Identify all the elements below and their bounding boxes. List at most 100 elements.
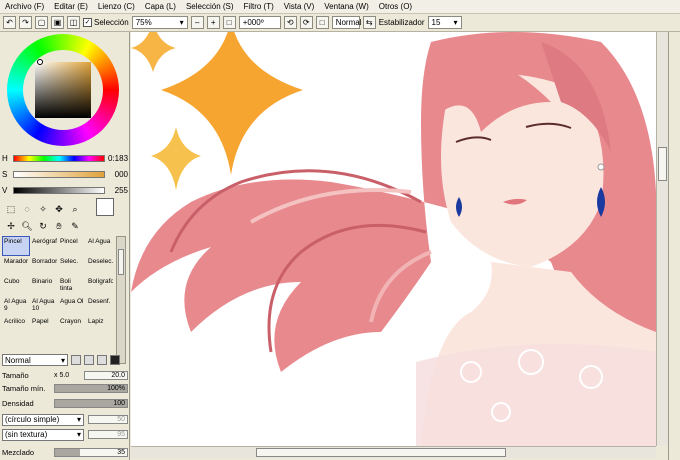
density-slider[interactable]: 100	[54, 399, 128, 408]
brush-item[interactable]: Binario	[30, 276, 58, 296]
brush-item[interactable]: Marador	[2, 256, 30, 276]
color-wheel[interactable]	[7, 34, 119, 146]
flip-icon[interactable]: ⇆	[362, 16, 376, 29]
tool-icons: ⬚ ◌ ✧ ✥ ⌕ ✢ 🔍︎ ↻ ✋︎ ✎	[4, 202, 92, 234]
chevron-down-icon: ▾	[76, 430, 81, 439]
brush-item[interactable]: Bolígrafo	[86, 276, 114, 296]
view-mode-select[interactable]: Normal	[331, 16, 362, 29]
menu-seleccion[interactable]: Selección (S)	[181, 2, 239, 11]
brush-item[interactable]: Al Agua 10	[30, 296, 58, 316]
menu-capa[interactable]: Capa (L)	[140, 2, 181, 11]
view-mode-value: Normal	[335, 18, 362, 27]
lasso-icon[interactable]: ◌	[20, 202, 34, 216]
eyedropper-icon[interactable]: ✎	[68, 219, 82, 233]
brush-item[interactable]: Boli tinta	[58, 276, 86, 296]
brush-item[interactable]: Pincel	[2, 236, 30, 256]
magic-wand-icon[interactable]: ✧	[36, 202, 50, 216]
canvas[interactable]	[131, 32, 656, 446]
zoom-icon[interactable]: ⌕	[68, 202, 82, 216]
show-selection-icon[interactable]: ◫	[67, 16, 80, 29]
vscroll-thumb[interactable]	[658, 147, 667, 181]
tip-square-icon[interactable]	[110, 355, 120, 365]
saturation-slider[interactable]	[13, 170, 105, 178]
brush-item[interactable]: Borrador	[30, 256, 58, 276]
zoom-reset-icon[interactable]: □	[222, 16, 236, 29]
foreground-swatch[interactable]	[96, 198, 114, 216]
min-size-param: Tamaño mín. 100%	[2, 383, 128, 394]
shape-slider[interactable]: 50	[88, 415, 128, 424]
shape-value: 50	[117, 416, 125, 423]
zoom-out-icon[interactable]: –	[190, 16, 204, 29]
tip-soft-icon[interactable]	[84, 355, 94, 365]
redo-icon[interactable]: ↷	[19, 16, 32, 29]
brush-item[interactable]: Aerógraf	[30, 236, 58, 256]
menu-ventana[interactable]: Ventana (W)	[319, 2, 373, 11]
texture-param: (sin textura) ▾ 95	[2, 428, 128, 441]
hue-label: H	[2, 153, 8, 163]
brush-item[interactable]: Crayon	[58, 316, 86, 336]
selection-toggle[interactable]: ✓ Selección	[83, 18, 129, 27]
magnifier-icon[interactable]: 🔍︎	[20, 219, 34, 233]
lace-dress	[416, 344, 656, 446]
size-value: 20.0	[111, 372, 125, 379]
texture-select[interactable]: (sin textura) ▾	[2, 428, 84, 441]
tip-flat-icon[interactable]	[71, 355, 81, 365]
menu-vista[interactable]: Vista (V)	[279, 2, 320, 11]
move-icon[interactable]: ✥	[52, 202, 66, 216]
brush-scrollbar[interactable]	[116, 236, 126, 364]
tip-hard-icon[interactable]	[97, 355, 107, 365]
rotate-reset-icon[interactable]: □	[315, 16, 329, 29]
canvas-vertical-scrollbar[interactable]	[656, 32, 668, 446]
texture-select-value: (sin textura)	[5, 430, 48, 439]
canvas-horizontal-scrollbar[interactable]	[131, 446, 656, 458]
shape-select[interactable]: (círculo simple) ▾	[2, 413, 84, 426]
brush-item[interactable]: Papel	[30, 316, 58, 336]
rect-select-icon[interactable]: ⬚	[4, 202, 18, 216]
brush-item[interactable]: Lapiz	[86, 316, 114, 336]
brush-item[interactable]: Cubo	[2, 276, 30, 296]
rotate-right-icon[interactable]: ⟳	[299, 16, 313, 29]
stabilizer-select[interactable]: 15 ▾	[427, 16, 462, 29]
menu-otros[interactable]: Otros (O)	[374, 2, 417, 11]
brush-item[interactable]: Agua Ol	[58, 296, 86, 316]
saturation-slider-row: S 000	[2, 168, 128, 180]
menu-lienzo[interactable]: Lienzo (C)	[93, 2, 140, 11]
menu-filtro[interactable]: Filtro (T)	[239, 2, 279, 11]
hscroll-thumb[interactable]	[256, 448, 506, 457]
blend-mode-select[interactable]: Normal ▾	[2, 354, 68, 366]
size-multiplier[interactable]: x 5.0	[54, 372, 84, 379]
invert-selection-icon[interactable]: ▣	[51, 16, 64, 29]
value-slider[interactable]	[13, 186, 105, 194]
brush-scroll-thumb[interactable]	[118, 249, 124, 275]
menu-archivo[interactable]: Archivo (F)	[0, 2, 49, 11]
selection-checkbox-icon[interactable]: ✓	[83, 18, 92, 27]
min-size-slider[interactable]: 100%	[54, 384, 128, 393]
color-cursor-icon[interactable]	[37, 59, 43, 65]
min-size-value: 100%	[107, 385, 125, 392]
hue-slider-row: H 0:183	[2, 152, 128, 164]
brush-item[interactable]: Al Agua 9	[2, 296, 30, 316]
sparkle-icon	[131, 32, 176, 72]
rotation-select[interactable]: +000º	[238, 16, 281, 29]
brush-item[interactable]: Selec.	[58, 256, 86, 276]
brush-item[interactable]: Desenf.	[86, 296, 114, 316]
hue-slider[interactable]	[13, 154, 105, 162]
rotate-icon[interactable]: ↻	[36, 219, 50, 233]
brush-item[interactable]: Pincel	[58, 236, 86, 256]
mix-slider[interactable]: 35	[54, 448, 128, 457]
hand-icon[interactable]: ✋︎	[52, 219, 66, 233]
undo-icon[interactable]: ↶	[3, 16, 16, 29]
texture-slider[interactable]: 95	[88, 430, 128, 439]
size-slider[interactable]: 20.0	[84, 371, 128, 380]
brush-item[interactable]: Al Agua	[86, 236, 114, 256]
brush-item[interactable]: Deselec.	[86, 256, 114, 276]
move-layer-icon[interactable]: ✢	[4, 219, 18, 233]
menu-editar[interactable]: Editar (E)	[49, 2, 93, 11]
zoom-in-icon[interactable]: +	[206, 16, 220, 29]
saturation-value-square[interactable]	[35, 62, 91, 118]
mix-value: 35	[117, 449, 125, 456]
deselect-icon[interactable]: ▢	[35, 16, 48, 29]
brush-item[interactable]: Acrilico	[2, 316, 30, 336]
rotate-left-icon[interactable]: ⟲	[283, 16, 297, 29]
zoom-select[interactable]: 75% ▾	[131, 16, 188, 29]
